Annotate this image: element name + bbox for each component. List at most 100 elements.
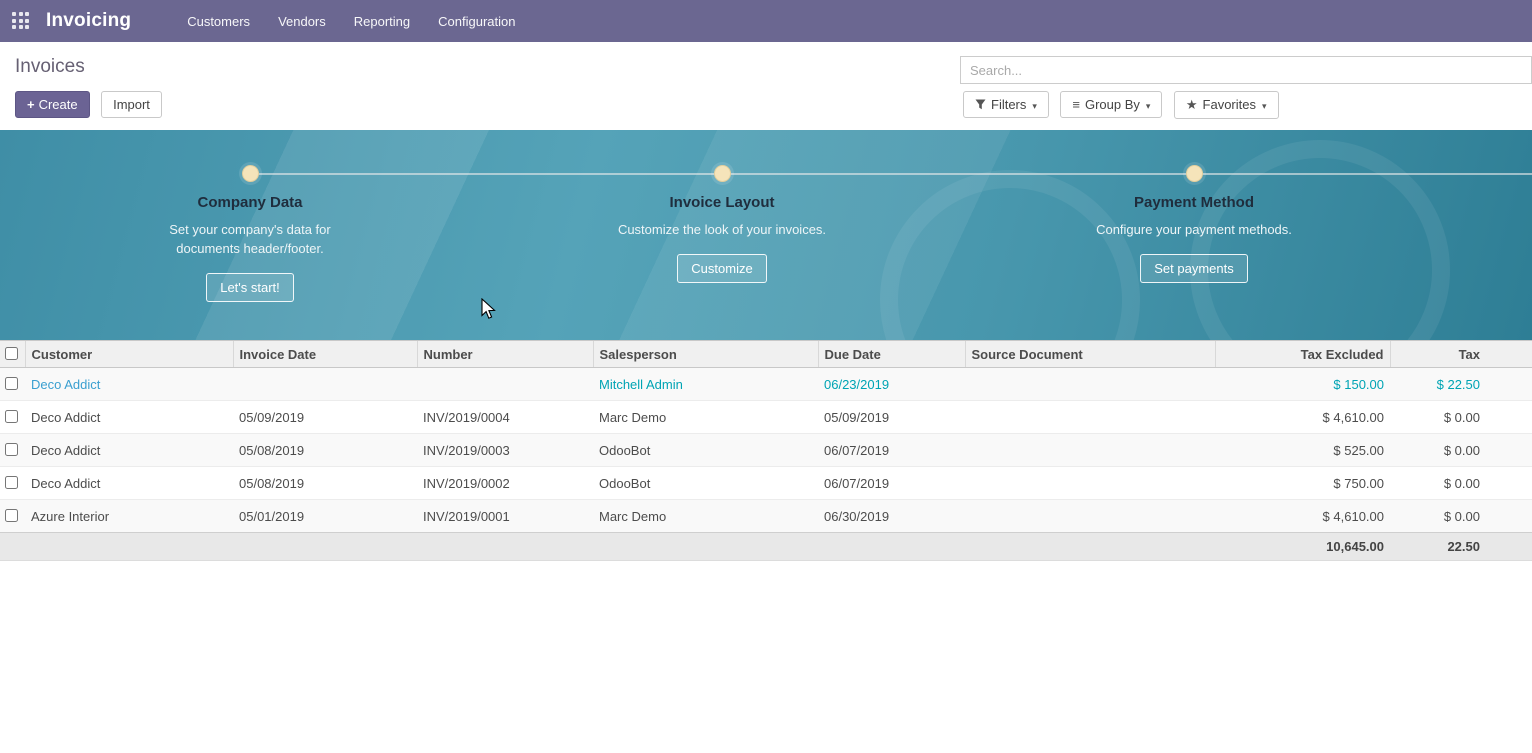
import-button[interactable]: Import bbox=[101, 91, 162, 118]
select-all-cell bbox=[0, 341, 25, 368]
row-checkbox[interactable] bbox=[5, 509, 18, 522]
app-title[interactable]: Invoicing bbox=[46, 10, 131, 32]
cell-due-date: 06/07/2019 bbox=[818, 467, 965, 500]
page-title: Invoices bbox=[15, 56, 85, 78]
onboarding-timeline bbox=[250, 173, 1532, 175]
cell-tax-excluded: $ 750.00 bbox=[1215, 467, 1390, 500]
cell-salesperson: OdooBot bbox=[593, 434, 818, 467]
step-description: Set your company's data for documents he… bbox=[144, 220, 356, 258]
row-checkbox[interactable] bbox=[5, 377, 18, 390]
cell-salesperson: Marc Demo bbox=[593, 401, 818, 434]
cell-customer: Deco Addict bbox=[25, 401, 233, 434]
table-footer-row: 10,645.00 22.50 bbox=[0, 533, 1532, 561]
group-by-button[interactable]: ≡Group By▾ bbox=[1060, 91, 1162, 118]
cell-tax: $ 0.00 bbox=[1390, 401, 1532, 434]
cell-number: INV/2019/0002 bbox=[417, 467, 593, 500]
cell-salesperson: OdooBot bbox=[593, 467, 818, 500]
cell-tax: $ 0.00 bbox=[1390, 434, 1532, 467]
cell-invoice-date: 05/01/2019 bbox=[233, 500, 417, 533]
table-row[interactable]: Deco Addict 05/08/2019 INV/2019/0003 Odo… bbox=[0, 434, 1532, 467]
cell-invoice-date: 05/09/2019 bbox=[233, 401, 417, 434]
cell-invoice-date bbox=[233, 368, 417, 401]
favorites-button[interactable]: ★Favorites▾ bbox=[1174, 91, 1279, 119]
cell-customer: Deco Addict bbox=[25, 434, 233, 467]
cell-tax: $ 0.00 bbox=[1390, 467, 1532, 500]
step-dot-company-data bbox=[242, 165, 259, 182]
plus-icon: + bbox=[27, 97, 35, 112]
cell-source-document bbox=[965, 500, 1215, 533]
cell-tax-excluded: $ 150.00 bbox=[1215, 368, 1390, 401]
onboarding-step-invoice-layout: Invoice Layout Customize the look of you… bbox=[562, 194, 882, 283]
main-menu: Customers Vendors Reporting Configuratio… bbox=[187, 14, 515, 29]
cell-customer: Deco Addict bbox=[25, 467, 233, 500]
table-header-row: Customer Invoice Date Number Salesperson… bbox=[0, 341, 1532, 368]
cell-salesperson: Mitchell Admin bbox=[593, 368, 818, 401]
column-header-due-date[interactable]: Due Date bbox=[818, 341, 965, 368]
nav-item-vendors[interactable]: Vendors bbox=[278, 14, 326, 29]
cell-tax-excluded: $ 4,610.00 bbox=[1215, 500, 1390, 533]
top-navbar: Invoicing Customers Vendors Reporting Co… bbox=[0, 0, 1532, 42]
row-checkbox[interactable] bbox=[5, 443, 18, 456]
table-row[interactable]: Deco Addict 05/08/2019 INV/2019/0002 Odo… bbox=[0, 467, 1532, 500]
cell-tax: $ 0.00 bbox=[1390, 500, 1532, 533]
step-dot-payment-method bbox=[1186, 165, 1203, 182]
column-header-tax-excluded[interactable]: Tax Excluded bbox=[1215, 341, 1390, 368]
step-description: Configure your payment methods. bbox=[1088, 220, 1300, 239]
cell-customer: Deco Addict bbox=[25, 368, 233, 401]
nav-item-customers[interactable]: Customers bbox=[187, 14, 250, 29]
action-buttons: +Create Import bbox=[15, 91, 169, 118]
cell-number bbox=[417, 368, 593, 401]
funnel-icon bbox=[975, 97, 986, 112]
filters-button[interactable]: Filters▾ bbox=[963, 91, 1049, 118]
nav-item-reporting[interactable]: Reporting bbox=[354, 14, 410, 29]
invoice-list-table: Customer Invoice Date Number Salesperson… bbox=[0, 340, 1532, 561]
column-header-customer[interactable]: Customer bbox=[25, 341, 233, 368]
search-input[interactable] bbox=[960, 56, 1532, 84]
select-all-checkbox[interactable] bbox=[5, 347, 18, 360]
row-checkbox[interactable] bbox=[5, 410, 18, 423]
cell-tax-excluded: $ 525.00 bbox=[1215, 434, 1390, 467]
onboarding-step-company-data: Company Data Set your company's data for… bbox=[90, 194, 410, 302]
caret-down-icon: ▾ bbox=[1262, 101, 1267, 111]
cell-customer: Azure Interior bbox=[25, 500, 233, 533]
column-header-salesperson[interactable]: Salesperson bbox=[593, 341, 818, 368]
control-panel: Invoices +Create Import Filters▾ ≡Group … bbox=[0, 42, 1532, 130]
search-option-buttons: Filters▾ ≡Group By▾ ★Favorites▾ bbox=[963, 91, 1286, 119]
cell-source-document bbox=[965, 434, 1215, 467]
cell-invoice-date: 05/08/2019 bbox=[233, 434, 417, 467]
caret-down-icon: ▾ bbox=[1032, 101, 1037, 111]
onboarding-banner: Company Data Set your company's data for… bbox=[0, 130, 1532, 340]
table-row[interactable]: Deco Addict 05/09/2019 INV/2019/0004 Mar… bbox=[0, 401, 1532, 434]
nav-item-configuration[interactable]: Configuration bbox=[438, 14, 515, 29]
cell-source-document bbox=[965, 467, 1215, 500]
cell-salesperson: Marc Demo bbox=[593, 500, 818, 533]
step-title: Invoice Layout bbox=[562, 194, 882, 211]
column-header-tax[interactable]: Tax bbox=[1390, 341, 1532, 368]
cell-number: INV/2019/0001 bbox=[417, 500, 593, 533]
star-icon: ★ bbox=[1186, 97, 1198, 112]
set-payments-button[interactable]: Set payments bbox=[1140, 254, 1248, 283]
cell-due-date: 05/09/2019 bbox=[818, 401, 965, 434]
apps-grid-icon[interactable] bbox=[12, 12, 30, 30]
tax-total: 22.50 bbox=[1390, 533, 1532, 561]
row-checkbox[interactable] bbox=[5, 476, 18, 489]
cell-invoice-date: 05/08/2019 bbox=[233, 467, 417, 500]
create-button[interactable]: +Create bbox=[15, 91, 90, 118]
cell-due-date: 06/07/2019 bbox=[818, 434, 965, 467]
cell-number: INV/2019/0004 bbox=[417, 401, 593, 434]
cell-source-document bbox=[965, 368, 1215, 401]
tax-excluded-total: 10,645.00 bbox=[1215, 533, 1390, 561]
column-header-invoice-date[interactable]: Invoice Date bbox=[233, 341, 417, 368]
column-header-source-document[interactable]: Source Document bbox=[965, 341, 1215, 368]
list-icon: ≡ bbox=[1072, 97, 1080, 112]
step-title: Payment Method bbox=[1034, 194, 1354, 211]
table-row[interactable]: Deco Addict Mitchell Admin 06/23/2019 $ … bbox=[0, 368, 1532, 401]
lets-start-button[interactable]: Let's start! bbox=[206, 273, 294, 302]
table-row[interactable]: Azure Interior 05/01/2019 INV/2019/0001 … bbox=[0, 500, 1532, 533]
cell-number: INV/2019/0003 bbox=[417, 434, 593, 467]
customize-button[interactable]: Customize bbox=[677, 254, 766, 283]
step-title: Company Data bbox=[90, 194, 410, 211]
cell-due-date: 06/30/2019 bbox=[818, 500, 965, 533]
step-description: Customize the look of your invoices. bbox=[616, 220, 828, 239]
column-header-number[interactable]: Number bbox=[417, 341, 593, 368]
